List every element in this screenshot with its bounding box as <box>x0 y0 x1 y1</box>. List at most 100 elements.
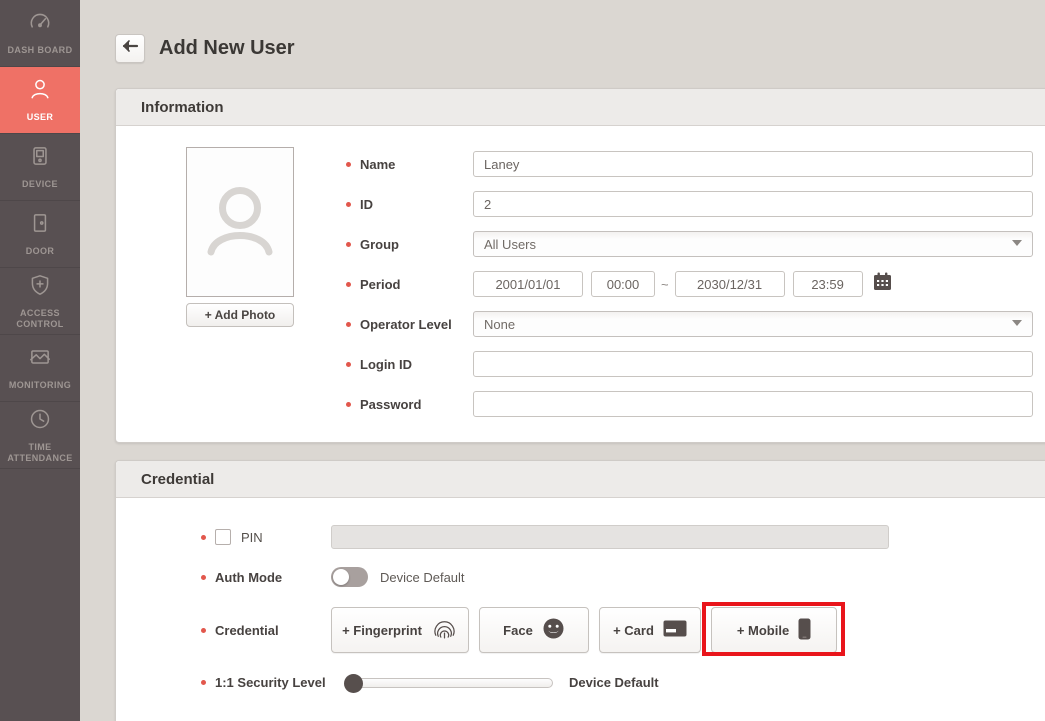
monitoring-icon <box>27 344 53 375</box>
face-button[interactable]: Face <box>479 607 589 653</box>
required-marker <box>201 680 206 685</box>
mobile-icon <box>798 618 811 643</box>
period-end-time-input[interactable] <box>792 271 863 297</box>
add-mobile-label: + Mobile <box>736 622 790 638</box>
sidebar-item-device[interactable]: DEVICE <box>0 134 80 201</box>
operator-level-select[interactable]: None <box>473 311 1033 337</box>
pin-label: PIN <box>241 529 263 545</box>
operator-level-selected-value: None <box>484 316 516 332</box>
face-icon <box>542 617 565 643</box>
name-row: Name <box>346 151 1045 177</box>
period-separator: ~ <box>661 276 669 292</box>
login-id-input[interactable] <box>473 351 1033 377</box>
credential-panel-header: Credential <box>116 461 1045 498</box>
credential-buttons-row: Credential + Fingerprint Face + Card + M… <box>201 602 1045 656</box>
face-label: Face <box>503 622 533 638</box>
password-input[interactable] <box>473 391 1033 417</box>
pin-checkbox[interactable] <box>215 529 231 545</box>
group-label: Group <box>360 236 399 252</box>
sidebar-item-dashboard[interactable]: DASH BOARD <box>0 0 80 67</box>
auth-mode-toggle[interactable] <box>331 567 368 587</box>
operator-level-row: Operator Level None <box>346 311 1045 337</box>
person-silhouette-icon <box>197 172 283 273</box>
mobile-button-wrapper: + Mobile <box>702 602 845 656</box>
sidebar-item-monitoring[interactable]: MONITORING <box>0 335 80 402</box>
back-arrow-icon <box>121 39 139 58</box>
group-row: Group All Users <box>346 231 1045 257</box>
page-header: Add New User <box>115 34 295 63</box>
id-label: ID <box>360 196 373 212</box>
information-panel-header: Information <box>116 89 1045 126</box>
card-icon <box>663 620 687 640</box>
sidebar-item-access-control[interactable]: ACCESS CONTROL <box>0 268 80 335</box>
group-select[interactable]: All Users <box>473 231 1033 257</box>
auth-mode-status: Device Default <box>380 569 465 585</box>
sidebar-item-time-attendance[interactable]: TIME ATTENDANCE <box>0 402 80 469</box>
device-icon <box>27 143 53 174</box>
user-photo-placeholder <box>186 147 294 297</box>
sidebar-item-label: ACCESS CONTROL <box>16 307 64 329</box>
name-input[interactable] <box>473 151 1033 177</box>
add-card-label: + Card <box>613 622 654 638</box>
user-icon <box>27 76 53 107</box>
sidebar: DASH BOARD USER DEVICE DOOR ACCESS CONTR… <box>0 0 80 721</box>
required-marker <box>346 281 351 287</box>
id-row: ID <box>346 191 1045 217</box>
chevron-down-icon <box>1012 240 1022 246</box>
sidebar-item-label: USER <box>26 112 54 123</box>
password-label: Password <box>360 396 422 412</box>
required-marker <box>346 201 351 207</box>
add-photo-button[interactable]: + Add Photo <box>186 303 294 327</box>
fingerprint-icon <box>431 615 458 645</box>
add-fingerprint-button[interactable]: + Fingerprint <box>331 607 469 653</box>
credential-title: Credential <box>141 470 215 488</box>
calendar-icon[interactable] <box>873 272 892 296</box>
add-card-button[interactable]: + Card <box>599 607 701 653</box>
information-panel: Information + Add Photo Name ID <box>115 88 1045 443</box>
photo-column: + Add Photo <box>186 147 294 327</box>
period-label: Period <box>360 276 401 292</box>
sidebar-item-label: DOOR <box>25 246 55 257</box>
credential-panel: Credential PIN Auth Mode Device Default … <box>115 460 1045 721</box>
required-marker <box>201 534 206 540</box>
door-icon <box>27 210 53 241</box>
required-marker <box>346 241 351 247</box>
sidebar-item-user[interactable]: USER <box>0 67 80 134</box>
security-level-label: 1:1 Security Level <box>215 675 326 690</box>
add-mobile-button[interactable]: + Mobile <box>711 607 837 653</box>
required-marker <box>201 627 206 633</box>
operator-level-label: Operator Level <box>360 316 452 332</box>
period-start-time-input[interactable] <box>591 271 655 297</box>
add-fingerprint-label: + Fingerprint <box>342 622 422 638</box>
sidebar-item-label: TIME ATTENDANCE <box>7 441 73 463</box>
required-marker <box>346 401 351 407</box>
period-end-date-input[interactable] <box>674 271 785 297</box>
toggle-knob <box>333 569 349 585</box>
credential-row-label: Credential <box>215 622 279 638</box>
sidebar-item-door[interactable]: DOOR <box>0 201 80 268</box>
sidebar-item-label: DASH BOARD <box>7 45 73 56</box>
access-control-icon <box>27 272 53 303</box>
pin-row: PIN <box>201 525 1045 549</box>
sidebar-item-label: MONITORING <box>8 380 72 391</box>
required-marker <box>346 161 351 167</box>
login-id-label: Login ID <box>360 356 412 372</box>
period-row: Period ~ <box>346 271 1045 297</box>
auth-mode-row: Auth Mode Device Default <box>201 567 1045 587</box>
period-start-date-input[interactable] <box>473 271 583 297</box>
security-level-row: 1:1 Security Level Device Default <box>201 673 1045 693</box>
id-input[interactable] <box>473 191 1033 217</box>
back-button[interactable] <box>115 34 145 63</box>
slider-knob[interactable] <box>344 673 363 693</box>
security-level-slider[interactable] <box>344 673 553 693</box>
name-label: Name <box>360 156 396 172</box>
required-marker <box>346 361 351 367</box>
information-title: Information <box>141 98 224 116</box>
login-id-row: Login ID <box>346 351 1045 377</box>
required-marker <box>346 321 351 327</box>
pin-input <box>331 525 889 549</box>
page-title: Add New User <box>159 37 295 59</box>
group-selected-value: All Users <box>484 236 537 252</box>
password-row: Password <box>346 391 1045 417</box>
sidebar-item-label: DEVICE <box>22 179 58 190</box>
